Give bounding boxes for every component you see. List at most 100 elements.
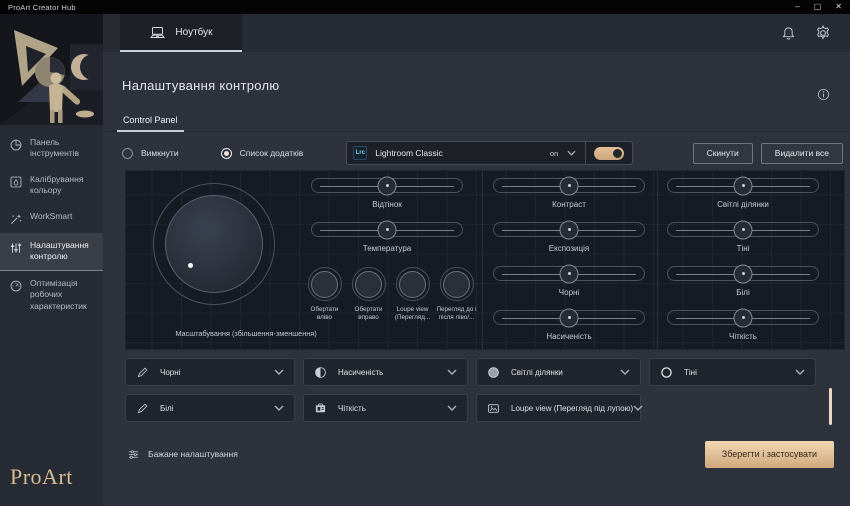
assign-dropdown-whites[interactable]: Білі [125,394,295,422]
chevron-down-icon [274,369,284,375]
slider-track[interactable] [311,178,463,193]
slider-label: Чіткість [729,332,757,341]
slider-exposure: Експозиція [493,222,645,253]
dropdown-label: Білі [160,404,173,413]
button-core [355,271,382,298]
assign-dropdown-loupe-view[interactable]: Loupe view (Перегляд під лупою) [476,394,641,422]
button-core [443,271,470,298]
rotate-left-button[interactable]: Обертати вліво [304,267,345,322]
zoom-dial[interactable] [153,183,275,305]
button-core [311,271,338,298]
dropdown-label: Чорні [160,368,180,377]
chevron-down-icon [633,405,643,411]
column-divider [657,171,658,351]
slider-knob[interactable] [734,176,753,195]
app-select-dropdown[interactable]: Lrc Lightroom Classic on [346,141,633,165]
sidebar: Панель інструментів Калібрування кольору… [0,14,103,506]
radio-app-list-control[interactable] [221,148,232,159]
control-buttons: Скинути Видалити все [693,143,843,164]
radio-disable-control[interactable] [122,148,133,159]
slider-label: Контраст [552,200,586,209]
assign-dropdown-saturation[interactable]: Насиченість [303,358,468,386]
slider-track[interactable] [493,222,645,237]
slider-track[interactable] [667,222,819,237]
window-title: ProArt Creator Hub [8,3,76,12]
assign-dropdown-shadows[interactable]: Тіні [649,358,816,386]
app-controls-row: Вимкнути Список додатків Lrc Lightroom C… [122,140,843,166]
slider-contrast: Контраст [493,178,645,209]
sidebar-item-label: Налаштування контролю [30,240,97,263]
chevron-down-icon [620,369,630,375]
slider-knob[interactable] [378,176,397,195]
slider-track[interactable] [667,178,819,193]
save-apply-button[interactable]: Зберегти і застосувати [705,441,834,468]
button-label: Обертати вліво [304,306,345,322]
preference-sliders-icon [127,448,140,461]
vertical-scrollbar[interactable] [829,388,832,425]
slider-label: Світлі ділянки [717,200,769,209]
reset-button[interactable]: Скинути [693,143,753,164]
zoom-dial-knob[interactable] [165,195,263,293]
radio-app-list[interactable]: Список додатків [221,148,304,159]
app-name: Lightroom Classic [375,148,443,158]
slider-track[interactable] [493,266,645,281]
slider-track[interactable] [667,310,819,325]
slider-track[interactable] [311,222,463,237]
toggle-knob [613,149,622,158]
slider-track[interactable] [493,178,645,193]
device-tab-label: Ноутбук [175,27,212,38]
button-ring [396,267,430,301]
chevron-down-icon [447,405,457,411]
clarity-icon [314,402,328,415]
assignment-dropdown-grid: Чорні Насиченість Світлі ділянки [125,358,816,422]
slider-knob[interactable] [734,264,753,283]
slider-track[interactable] [667,266,819,281]
zoom-dial-group: Масштабування (збільшення-зменшення) [153,183,275,305]
tab-control-panel[interactable]: Control Panel [117,115,184,132]
close-button[interactable]: ✕ [835,0,842,14]
maximize-button[interactable]: ▢ [814,0,822,14]
assign-dropdown-blacks[interactable]: Чорні [125,358,295,386]
titlebar: ProArt Creator Hub – ▢ ✕ [0,0,850,14]
radio-app-list-label: Список додатків [240,148,304,158]
assign-dropdown-highlights[interactable]: Світлі ділянки [476,358,641,386]
bell-icon[interactable] [780,25,797,42]
topbar: Ноутбук [103,14,850,52]
assign-dropdown-clarity[interactable]: Чіткість [303,394,468,422]
sidebar-item-dashboard[interactable]: Панель інструментів [0,130,103,167]
slider-knob[interactable] [734,220,753,239]
slider-shadows: Тіні [667,222,819,253]
app-enabled-toggle[interactable] [594,147,624,160]
loupe-view-button[interactable]: Loupe view (Перегляд... [392,267,433,322]
sidebar-item-performance-optimization[interactable]: Оптимізація робочих характеристик [0,271,103,319]
slider-column-2: Контраст Експозиція Чорні Насиченість [493,178,645,341]
sidebar-item-label: Оптимізація робочих характеристик [30,278,97,312]
delete-all-button[interactable]: Видалити все [761,143,843,164]
slider-label: Відтінок [372,200,402,209]
slider-knob[interactable] [560,220,579,239]
button-ring [440,267,474,301]
slider-knob[interactable] [560,308,579,327]
sidebar-item-label: WorkSmart [30,211,72,222]
slider-hue: Відтінок [311,178,463,209]
before-after-view-button[interactable]: Перегляд до і після ліво/... [436,267,477,322]
sidebar-item-worksmart[interactable]: WorkSmart [0,204,103,233]
button-label: Перегляд до і після ліво/... [436,306,477,322]
tab-laptop[interactable]: Ноутбук [120,14,242,52]
slider-knob[interactable] [378,220,397,239]
content-area: Налаштування контролю Control Panel Вимк… [103,52,850,506]
minimize-button[interactable]: – [795,0,799,14]
info-icon[interactable] [817,88,830,101]
rotate-right-button[interactable]: Обертати вправо [348,267,389,322]
radio-disable[interactable]: Вимкнути [122,148,179,159]
sidebar-item-control-settings[interactable]: Налаштування контролю [0,233,103,271]
slider-knob[interactable] [560,176,579,195]
slider-knob[interactable] [560,264,579,283]
gear-icon[interactable] [814,24,832,42]
slider-track[interactable] [493,310,645,325]
sidebar-item-color-calibration[interactable]: Калібрування кольору [0,167,103,204]
pen-icon [136,366,150,379]
dial-indicator-dot [188,263,193,268]
slider-knob[interactable] [734,308,753,327]
radio-disable-label: Вимкнути [141,148,179,158]
